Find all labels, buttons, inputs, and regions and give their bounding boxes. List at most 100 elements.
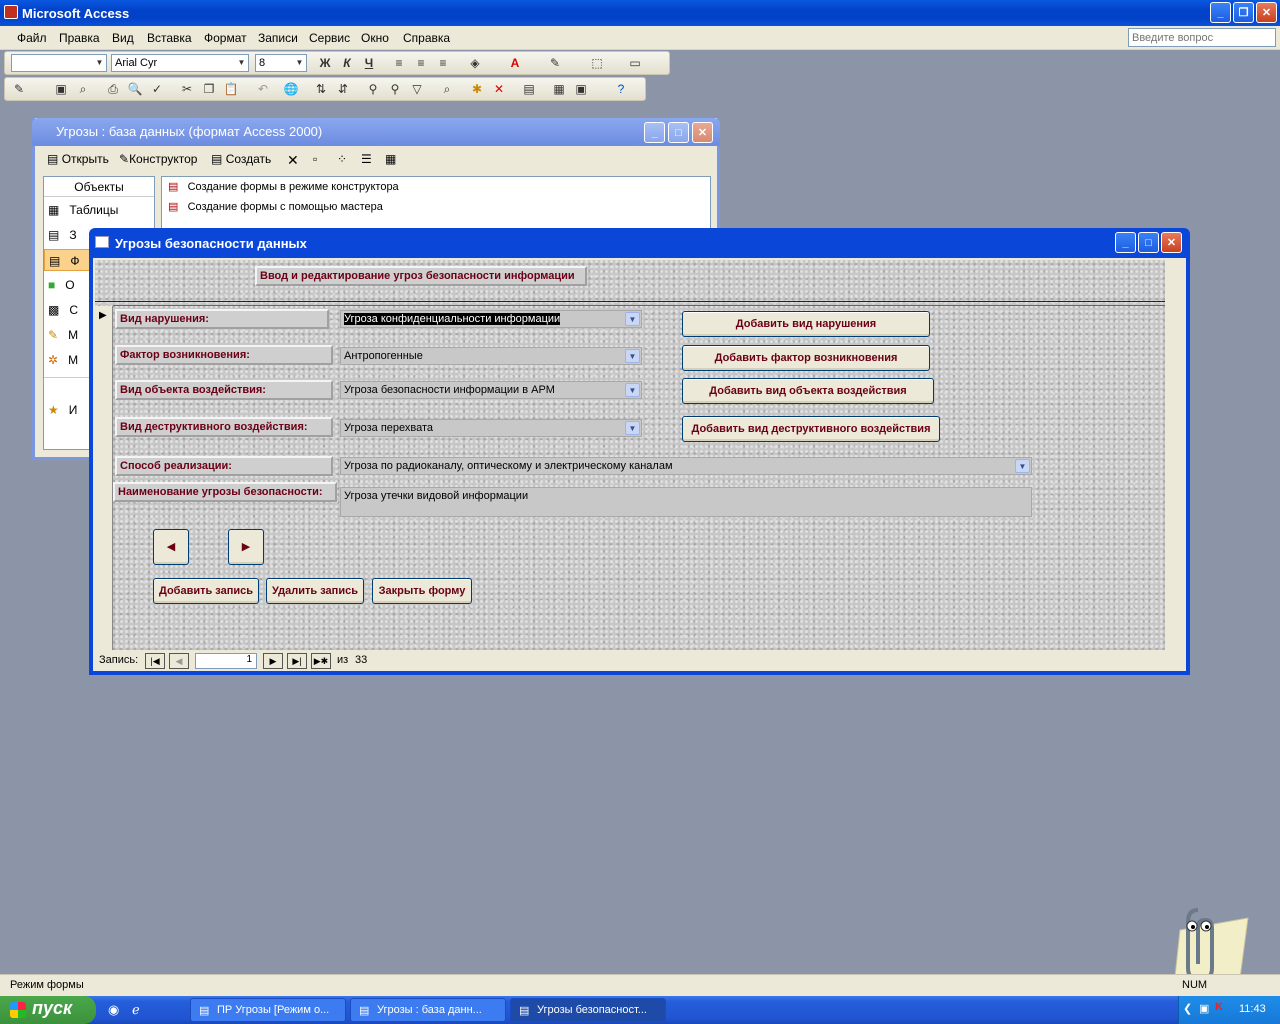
filter-by-form-icon[interactable]: ⚲ bbox=[387, 81, 403, 97]
taskbar-item-form[interactable]: ▤ Угрозы безопасност... bbox=[510, 998, 666, 1022]
restore-button[interactable]: ❐ bbox=[1233, 2, 1254, 23]
delete-record-icon[interactable]: ✕ bbox=[491, 81, 507, 97]
next-record-button[interactable]: ▶ bbox=[228, 529, 264, 565]
spelling-icon[interactable]: ✓ bbox=[149, 81, 165, 97]
chevron-down-icon[interactable]: ▼ bbox=[1015, 459, 1030, 473]
ie-quicklaunch-icon[interactable]: ℯ bbox=[132, 1002, 140, 1018]
chevron-down-icon[interactable]: ▼ bbox=[625, 349, 640, 363]
menu-records[interactable]: Записи bbox=[258, 31, 298, 45]
destructive-combo[interactable]: Угроза перехвата ▼ bbox=[340, 419, 642, 437]
menu-view[interactable]: Вид bbox=[112, 31, 134, 45]
new-object-icon[interactable]: ▣ bbox=[573, 81, 589, 97]
next-record-nav-button[interactable]: ▶ bbox=[263, 653, 283, 669]
previous-record-button[interactable]: ◀ bbox=[153, 529, 189, 565]
new-record-icon[interactable]: ✱ bbox=[469, 81, 485, 97]
view-icon[interactable]: ✎ bbox=[11, 81, 27, 97]
details-view-icon[interactable]: ▦ bbox=[385, 152, 396, 166]
chevron-down-icon[interactable]: ▼ bbox=[625, 421, 640, 435]
small-icons-icon[interactable]: ⁘ bbox=[337, 152, 347, 166]
undo-icon[interactable]: ↶ bbox=[255, 81, 271, 97]
delete-record-button[interactable]: Удалить запись bbox=[266, 578, 364, 604]
antivirus-icon[interactable]: K bbox=[1215, 1001, 1223, 1013]
large-icons-icon[interactable]: ▫ bbox=[313, 152, 317, 166]
add-record-button[interactable]: Добавить запись bbox=[153, 578, 259, 604]
last-record-button[interactable]: ▶| bbox=[287, 653, 307, 669]
fill-color-icon[interactable]: ◈ bbox=[467, 55, 483, 71]
copy-icon[interactable]: ❐ bbox=[201, 81, 217, 97]
name-textbox[interactable]: Угроза утечки видовой информации bbox=[340, 487, 1032, 517]
sort-ascending-icon[interactable]: ⇅ bbox=[313, 81, 329, 97]
minimize-button[interactable]: _ bbox=[1210, 2, 1231, 23]
apply-filter-icon[interactable]: ▽ bbox=[409, 81, 425, 97]
taskbar-item-database[interactable]: ▤ Угрозы : база данн... bbox=[350, 998, 506, 1022]
chevron-down-icon[interactable]: ▼ bbox=[625, 312, 640, 326]
objects-item-pages[interactable]: ▩ С bbox=[48, 303, 78, 317]
object-combo[interactable]: Угроза безопасности информации в АРМ ▼ bbox=[340, 381, 642, 399]
preview-icon[interactable]: 🔍 bbox=[127, 81, 143, 97]
form-close-button[interactable]: ✕ bbox=[1161, 232, 1182, 253]
border-icon[interactable]: ⬚ bbox=[589, 55, 605, 71]
properties-icon[interactable]: ▤ bbox=[521, 81, 537, 97]
find-icon[interactable]: ⌕ bbox=[439, 81, 455, 97]
menu-window[interactable]: Окно bbox=[361, 31, 389, 45]
record-number-input[interactable]: 1 bbox=[195, 653, 257, 669]
align-left-icon[interactable]: ≡ bbox=[391, 55, 407, 71]
object-combo[interactable]: ▼ bbox=[11, 54, 107, 72]
align-right-icon[interactable]: ≡ bbox=[435, 55, 451, 71]
chevron-down-icon[interactable]: ▼ bbox=[625, 383, 640, 397]
add-factor-button[interactable]: Добавить фактор возникновения bbox=[682, 345, 930, 371]
start-button[interactable]: пуск bbox=[0, 996, 96, 1024]
menu-insert[interactable]: Вставка bbox=[147, 31, 192, 45]
db-design-button[interactable]: ✎Конструктор bbox=[119, 152, 197, 166]
objects-item-macros[interactable]: ✎ М bbox=[48, 328, 78, 342]
menu-format[interactable]: Формат bbox=[204, 31, 247, 45]
menu-edit[interactable]: Правка bbox=[59, 31, 100, 45]
list-item[interactable]: ▤ Создание формы с помощью мастера bbox=[168, 200, 383, 213]
groups-item-favorites[interactable]: ★ И bbox=[48, 403, 77, 417]
new-record-nav-button[interactable]: ▶✱ bbox=[311, 653, 331, 669]
menu-tools[interactable]: Сервис bbox=[309, 31, 350, 45]
factor-combo[interactable]: Антропогенные ▼ bbox=[340, 347, 642, 365]
help-search-input[interactable] bbox=[1128, 28, 1276, 47]
list-item[interactable]: ▤ Создание формы в режиме конструктора bbox=[168, 180, 399, 193]
objects-item-tables[interactable]: ▦ Таблицы bbox=[48, 203, 118, 217]
align-center-icon[interactable]: ≡ bbox=[413, 55, 429, 71]
sort-descending-icon[interactable]: ⇵ bbox=[335, 81, 351, 97]
save-icon[interactable]: ▣ bbox=[53, 81, 69, 97]
font-combo[interactable]: Arial Cyr ▼ bbox=[111, 54, 249, 72]
print-icon[interactable]: ⎙ bbox=[105, 81, 121, 97]
prev-record-nav-button[interactable]: ◀ bbox=[169, 653, 189, 669]
violation-combo[interactable]: Угроза конфиденциальности информации ▼ bbox=[340, 310, 642, 328]
line-width-icon[interactable]: ▭ bbox=[627, 55, 643, 71]
first-record-button[interactable]: |◀ bbox=[145, 653, 165, 669]
add-object-button[interactable]: Добавить вид объекта воздействия bbox=[682, 378, 934, 404]
record-selector[interactable]: ▶ bbox=[95, 306, 113, 650]
close-form-button[interactable]: Закрыть форму bbox=[372, 578, 472, 604]
underline-button[interactable]: Ч bbox=[361, 55, 377, 71]
database-window-icon[interactable]: ▦ bbox=[551, 81, 567, 97]
db-create-button[interactable]: ▤ Создать bbox=[211, 152, 271, 166]
add-destructive-button[interactable]: Добавить вид деструктивного воздействия bbox=[682, 416, 940, 442]
network-icon[interactable]: ▣ bbox=[1199, 1002, 1209, 1015]
search-icon[interactable]: ⌕ bbox=[75, 81, 91, 97]
db-close-button[interactable]: ✕ bbox=[692, 122, 713, 143]
objects-item-modules[interactable]: ✲ М bbox=[48, 353, 78, 367]
close-button[interactable]: ✕ bbox=[1256, 2, 1277, 23]
menu-file[interactable]: Файл bbox=[17, 31, 47, 45]
list-view-icon[interactable]: ☰ bbox=[361, 152, 372, 166]
line-color-icon[interactable]: ✎ bbox=[547, 55, 563, 71]
db-open-button[interactable]: ▤ Открыть bbox=[47, 152, 109, 166]
objects-item-reports[interactable]: ■ О bbox=[48, 278, 75, 292]
form-maximize-button[interactable]: □ bbox=[1138, 232, 1159, 253]
objects-item-queries[interactable]: ▤ З bbox=[48, 228, 77, 242]
db-minimize-button[interactable]: _ bbox=[644, 122, 665, 143]
cut-icon[interactable]: ✂ bbox=[179, 81, 195, 97]
taskbar-item-report[interactable]: ▤ ПР Угрозы [Режим о... bbox=[190, 998, 346, 1022]
font-color-icon[interactable]: A bbox=[507, 55, 523, 71]
paste-icon[interactable]: 📋 bbox=[223, 81, 239, 97]
italic-button[interactable]: К bbox=[339, 55, 355, 71]
bold-button[interactable]: Ж bbox=[317, 55, 333, 71]
form-minimize-button[interactable]: _ bbox=[1115, 232, 1136, 253]
method-combo[interactable]: Угроза по радиоканалу, оптическому и эле… bbox=[340, 457, 1032, 475]
help-icon[interactable]: ? bbox=[613, 81, 629, 97]
